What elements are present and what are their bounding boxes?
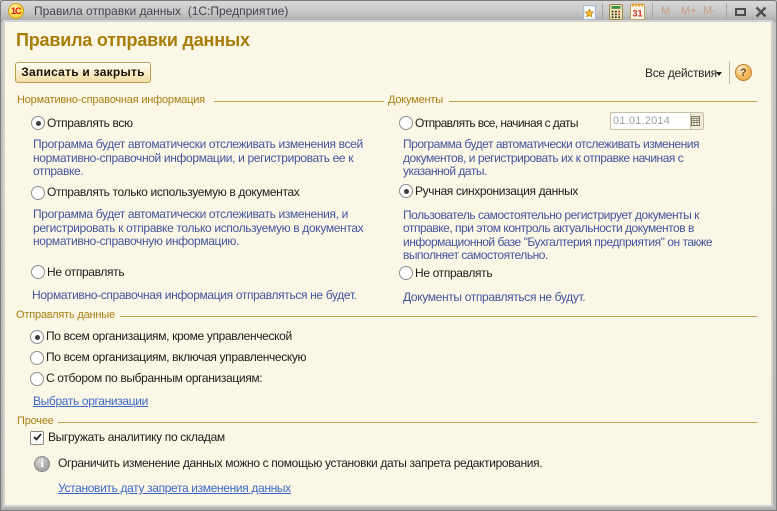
svg-text:31: 31 — [632, 9, 642, 19]
